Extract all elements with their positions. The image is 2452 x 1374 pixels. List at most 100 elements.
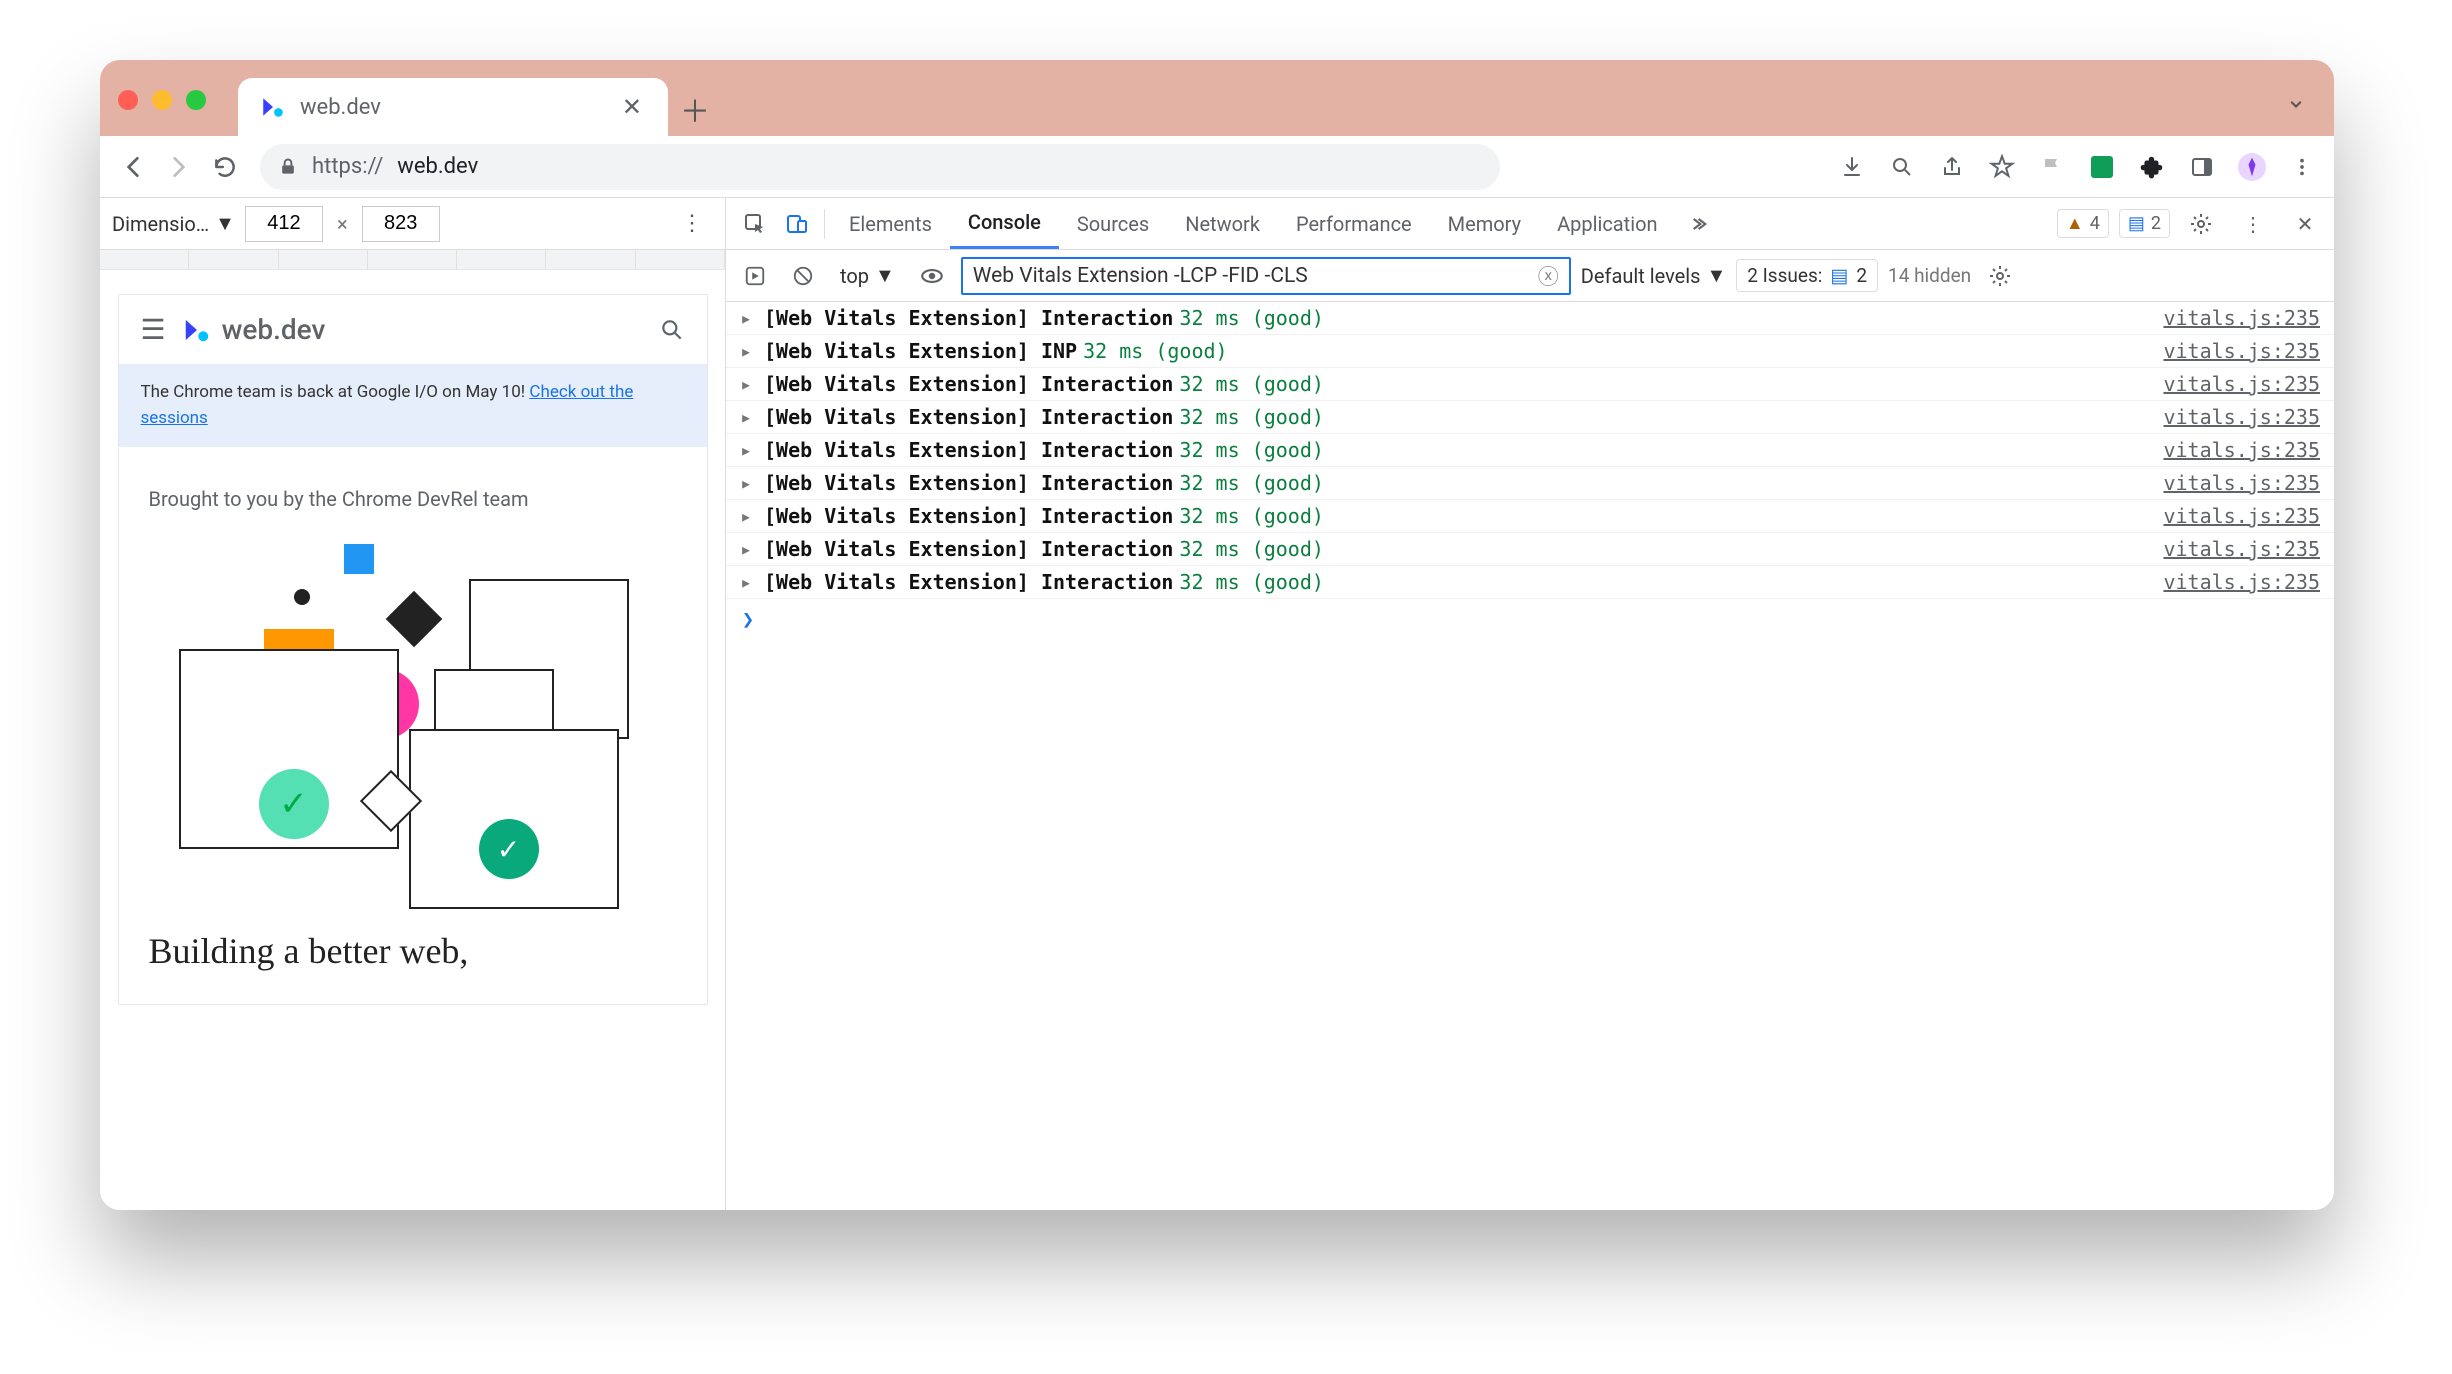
width-input[interactable] [245,206,323,242]
devtools-tab-network[interactable]: Network [1167,198,1278,249]
console-filter-input[interactable]: Web Vitals Extension -LCP -FID -CLS ⓧ [961,257,1571,295]
inspect-element-icon[interactable] [734,203,776,245]
issues-indicator[interactable]: 2 Issues: ▤ 2 [1736,259,1878,292]
side-panel-icon[interactable] [2180,144,2224,190]
console-row[interactable]: ▸[Web Vitals Extension] INP 32 ms (good)… [726,335,2334,368]
download-icon[interactable] [1830,144,1874,190]
source-link[interactable]: vitals.js:235 [2163,306,2320,330]
close-tab-button[interactable]: ✕ [616,89,648,125]
hero-headline: Building a better web, [119,909,707,1004]
log-timing: 32 ms (good) [1179,504,1324,528]
expand-icon[interactable]: ▸ [740,471,758,495]
settings-icon[interactable] [2180,203,2222,245]
message-icon: ▤ [1830,264,1848,287]
console-row[interactable]: ▸[Web Vitals Extension] Interaction 32 m… [726,302,2334,335]
browser-tabstrip: web.dev ✕ ＋ [100,60,2334,136]
search-icon[interactable] [659,317,685,343]
source-link[interactable]: vitals.js:235 [2163,471,2320,495]
log-timing: 32 ms (good) [1179,570,1324,594]
height-input[interactable] [362,206,440,242]
hero-illustration: ✓ ✓ [149,529,677,909]
source-link[interactable]: vitals.js:235 [2163,339,2320,363]
bookmark-icon[interactable] [1980,144,2024,190]
device-toolbar: Dimensio… ▼ × ⋮ [100,198,725,250]
favicon-icon [260,94,286,120]
live-expression-icon[interactable] [913,257,951,295]
log-timing: 32 ms (good) [1179,372,1324,396]
expand-icon[interactable]: ▸ [740,339,758,363]
devtools-tab-application[interactable]: Application [1539,198,1675,249]
console-row[interactable]: ▸[Web Vitals Extension] Interaction 32 m… [726,566,2334,599]
devtools-menu-icon[interactable]: ⋮ [2232,203,2274,245]
messages-badge[interactable]: ▤ 2 [2119,209,2170,238]
log-prefix: [Web Vitals Extension] Interaction [764,504,1173,528]
devtools-panel: ElementsConsoleSourcesNetworkPerformance… [726,198,2334,1210]
site-logo[interactable]: web.dev [182,313,326,346]
source-link[interactable]: vitals.js:235 [2163,570,2320,594]
expand-icon[interactable]: ▸ [740,438,758,462]
flag-icon[interactable] [2030,144,2074,190]
log-prefix: [Web Vitals Extension] INP [764,339,1077,363]
console-toolbar: top ▼ Web Vitals Extension -LCP -FID -CL… [726,250,2334,302]
url-scheme: https:// [312,154,383,179]
devtools-tab-performance[interactable]: Performance [1278,198,1430,249]
profile-avatar[interactable] [2230,144,2274,190]
clear-console-icon[interactable] [784,257,822,295]
console-settings-icon[interactable] [1981,257,2019,295]
hamburger-icon[interactable]: ☰ [141,313,166,346]
address-bar[interactable]: https://web.dev [260,144,1500,190]
log-timing: 32 ms (good) [1179,438,1324,462]
context-selector[interactable]: top ▼ [832,259,903,292]
source-link[interactable]: vitals.js:235 [2163,372,2320,396]
expand-icon[interactable]: ▸ [740,504,758,528]
hidden-messages-label[interactable]: 14 hidden [1888,264,1971,287]
devtools-tab-elements[interactable]: Elements [831,198,950,249]
more-tabs-icon[interactable] [1676,203,1718,245]
expand-icon[interactable]: ▸ [740,570,758,594]
chrome-menu-button[interactable] [2280,144,2324,190]
execute-icon[interactable] [736,257,774,295]
log-timing: 32 ms (good) [1083,339,1228,363]
console-row[interactable]: ▸[Web Vitals Extension] Interaction 32 m… [726,500,2334,533]
log-timing: 32 ms (good) [1179,405,1324,429]
clear-filter-icon[interactable]: ⓧ [1538,261,1559,291]
log-prefix: [Web Vitals Extension] Interaction [764,438,1173,462]
log-levels-dropdown[interactable]: Default levels ▼ [1581,263,1726,288]
console-row[interactable]: ▸[Web Vitals Extension] Interaction 32 m… [726,467,2334,500]
browser-tab[interactable]: web.dev ✕ [238,78,668,136]
maximize-window-button[interactable] [186,90,206,110]
back-button[interactable] [110,144,156,190]
device-menu-button[interactable]: ⋮ [671,205,713,242]
toggle-device-icon[interactable] [776,203,818,245]
dimensions-dropdown[interactable]: Dimensio… ▼ [112,211,235,236]
close-devtools-icon[interactable]: ✕ [2284,203,2326,245]
expand-icon[interactable]: ▸ [740,372,758,396]
source-link[interactable]: vitals.js:235 [2163,438,2320,462]
devtools-tab-memory[interactable]: Memory [1430,198,1539,249]
source-link[interactable]: vitals.js:235 [2163,405,2320,429]
close-window-button[interactable] [118,90,138,110]
forward-button[interactable] [156,144,202,190]
console-row[interactable]: ▸[Web Vitals Extension] Interaction 32 m… [726,401,2334,434]
console-prompt[interactable]: ❯ [726,599,2334,639]
extensions-icon[interactable] [2130,144,2174,190]
share-icon[interactable] [1930,144,1974,190]
console-row[interactable]: ▸[Web Vitals Extension] Interaction 32 m… [726,533,2334,566]
warnings-badge[interactable]: ▲ 4 [2057,209,2109,238]
extension-green-icon[interactable] [2080,144,2124,190]
console-row[interactable]: ▸[Web Vitals Extension] Interaction 32 m… [726,434,2334,467]
console-row[interactable]: ▸[Web Vitals Extension] Interaction 32 m… [726,368,2334,401]
expand-icon[interactable]: ▸ [740,306,758,330]
minimize-window-button[interactable] [152,90,172,110]
devtools-tab-console[interactable]: Console [950,198,1059,249]
new-tab-button[interactable]: ＋ [668,82,722,136]
source-link[interactable]: vitals.js:235 [2163,504,2320,528]
chevron-down-icon: ▼ [215,211,235,236]
expand-icon[interactable]: ▸ [740,405,758,429]
tabs-menu-button[interactable] [2276,84,2316,124]
source-link[interactable]: vitals.js:235 [2163,537,2320,561]
devtools-tab-sources[interactable]: Sources [1059,198,1167,249]
reload-button[interactable] [202,144,248,190]
zoom-icon[interactable] [1880,144,1924,190]
expand-icon[interactable]: ▸ [740,537,758,561]
